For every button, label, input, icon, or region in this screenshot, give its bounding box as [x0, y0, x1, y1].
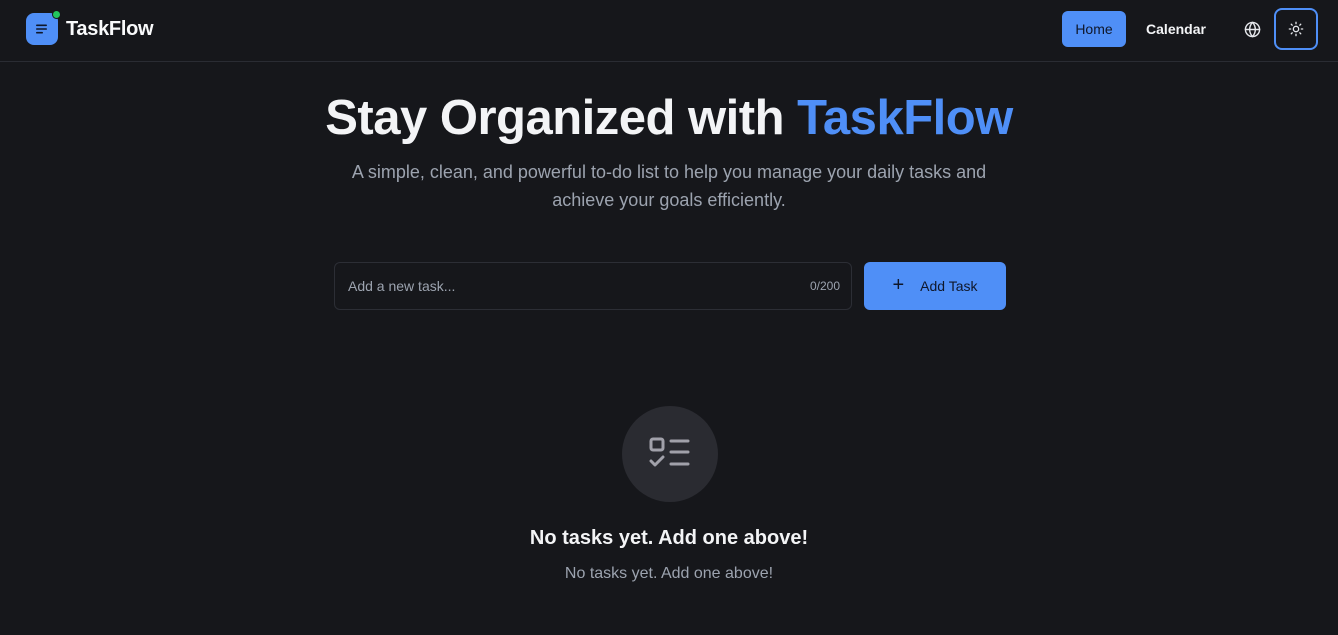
brand-name: TaskFlow — [66, 17, 154, 40]
sun-icon — [1288, 21, 1304, 37]
empty-state-subtitle: No tasks yet. Add one above! — [564, 565, 774, 582]
character-counter: 0/200 — [809, 279, 840, 293]
hero-title-prefix: Stay Organized with — [325, 91, 798, 145]
add-task-button[interactable]: + Add Task — [864, 262, 1006, 310]
empty-state-title: No tasks yet. Add one above! — [529, 527, 809, 549]
logo — [26, 10, 61, 45]
plus-icon: + — [892, 274, 905, 296]
top-navbar: TaskFlow Home Calendar — [0, 0, 1338, 62]
nav-calendar-button[interactable]: Calendar — [1134, 11, 1218, 47]
language-button[interactable] — [1234, 11, 1270, 47]
hero-subtitle: A simple, clean, and powerful to-do list… — [351, 162, 987, 210]
brand[interactable]: TaskFlow — [26, 10, 154, 45]
theme-toggle-button[interactable] — [1274, 8, 1318, 50]
checklist-icon — [649, 437, 690, 467]
menu-lines-icon — [36, 24, 47, 34]
task-input-container: 0/200 — [334, 262, 852, 310]
online-status-dot — [52, 10, 61, 19]
nav-home-button[interactable]: Home — [1062, 11, 1126, 47]
hero-title-accent: TaskFlow — [797, 91, 1013, 145]
globe-icon — [1244, 21, 1260, 37]
add-task-label: Add Task — [920, 278, 978, 294]
hero-title: Stay Organized with TaskFlow — [0, 88, 1338, 148]
empty-state-icon-container — [622, 406, 718, 502]
task-input[interactable] — [335, 263, 795, 309]
